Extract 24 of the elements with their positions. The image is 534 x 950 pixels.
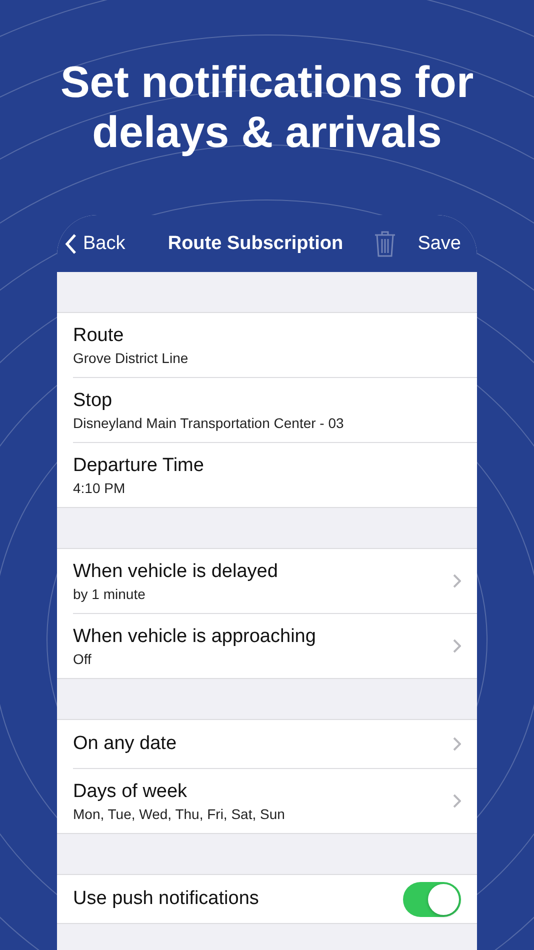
- back-chevron-icon: [65, 234, 77, 254]
- row-title: When vehicle is approaching: [73, 626, 317, 648]
- chevron-icon: [453, 794, 461, 808]
- chevron-icon: [453, 639, 461, 653]
- row-title: Use push notifications: [73, 888, 260, 910]
- row-subtitle: Off: [73, 650, 92, 666]
- row-title: On any date: [73, 733, 178, 755]
- row-title: Stop: [73, 390, 114, 412]
- row-subtitle: 4:10 PM: [73, 480, 126, 496]
- row-title: Departure Time: [73, 454, 205, 476]
- screen-title: Route Subscription: [166, 232, 344, 254]
- headline: Set notifications for delays & arrivals: [59, 58, 475, 158]
- save-button[interactable]: Save: [418, 232, 461, 254]
- row-subtitle: Grove District Line: [73, 350, 190, 366]
- row-subtitle: by 1 minute: [73, 586, 146, 602]
- row-title: When vehicle is delayed: [73, 560, 279, 582]
- row-title: Days of week: [73, 780, 188, 802]
- back-button[interactable]: Back: [65, 232, 126, 254]
- chevron-icon: [453, 574, 461, 588]
- row-subtitle: Mon, Tue, Wed, Thu, Fri, Sat, Sun: [73, 806, 286, 822]
- push-toggle[interactable]: [403, 882, 461, 916]
- chevron-icon: [453, 737, 461, 751]
- row-subtitle: Disneyland Main Transportation Center - 03: [73, 414, 345, 430]
- row-title: Route: [73, 324, 125, 346]
